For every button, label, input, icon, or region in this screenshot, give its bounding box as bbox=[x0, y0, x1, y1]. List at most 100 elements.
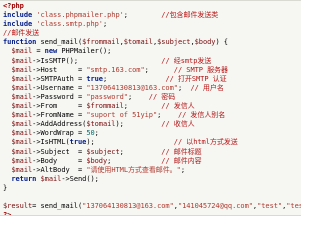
code-token-str: "137064130813@163.com" bbox=[86, 83, 178, 92]
code-token-var: $mail bbox=[11, 92, 33, 101]
code-editor[interactable]: <?php include 'class.phpmailer.php'; //包含… bbox=[0, 0, 301, 216]
code-line: include 'class.smtp.php'; bbox=[3, 20, 301, 29]
code-token-op: ; bbox=[119, 147, 162, 156]
code-token-cmt: // 收信人 bbox=[161, 120, 195, 129]
code-token-op: ); bbox=[86, 138, 174, 147]
code-token-op: ; bbox=[177, 83, 191, 92]
code-token-op: ; bbox=[94, 129, 99, 138]
code-line: $mail->From = $frommail; // 发信人 bbox=[3, 102, 301, 111]
code-line: $mail->Body = $body; // 邮件内容 bbox=[3, 157, 301, 166]
code-token-var: $mail bbox=[11, 129, 33, 138]
code-token-var: $mail bbox=[40, 174, 62, 183]
code-line: include 'class.phpmailer.php'; //包含邮件发送类 bbox=[3, 11, 301, 20]
code-token-var: $mail bbox=[11, 47, 33, 56]
code-token-op: ->Username = bbox=[32, 83, 87, 92]
code-token-cmt: // 打开SMTP 认证 bbox=[165, 74, 227, 83]
code-line: //邮件发送 bbox=[3, 29, 301, 38]
code-line: $mail->IsSMTP(); // 经smtp发送 bbox=[3, 57, 301, 66]
code-token-str: 'class.smtp.php' bbox=[36, 20, 103, 29]
code-token-var: $frommail bbox=[86, 102, 124, 111]
code-token-op: ->Host = bbox=[32, 65, 87, 74]
code-token-op: ->FromName = bbox=[32, 111, 87, 120]
code-token-op: ->WordWrap = bbox=[32, 129, 87, 138]
code-line: $mail->Password = "password"; // 密码 bbox=[3, 93, 301, 102]
code-line: $mail->FromName = "suport of 51yip"; // … bbox=[3, 111, 301, 120]
code-line: <?php bbox=[3, 2, 301, 11]
code-token-op: ->Send(); bbox=[61, 174, 99, 183]
code-token-var: $body bbox=[86, 156, 108, 165]
code-token-str: "请使用HTML方式查看邮件。" bbox=[86, 165, 181, 174]
code-token-cmt: // 邮件内容 bbox=[161, 156, 202, 165]
code-token-kw: function bbox=[3, 38, 41, 47]
code-token-var: $mail bbox=[11, 165, 33, 174]
code-token-op: ->IsSMTP(); bbox=[32, 56, 162, 65]
code-token-var: $tomail bbox=[123, 38, 153, 47]
code-token-fn: PHPMailer(); bbox=[61, 47, 112, 56]
code-token-var: $subject bbox=[157, 38, 191, 47]
code-line: $mail = new PHPMailer(); bbox=[3, 47, 301, 56]
code-token-op: } bbox=[3, 183, 8, 192]
code-token-kw: true bbox=[69, 138, 87, 147]
code-token-op: ->SMTPAuth = bbox=[32, 74, 87, 83]
code-token-op: ; bbox=[107, 156, 162, 165]
code-token-cmt: // 邮件标题 bbox=[161, 147, 202, 156]
code-token-cmt: // 密码 bbox=[148, 92, 176, 101]
code-token-op: ->Body = bbox=[32, 156, 87, 165]
code-token-op: ->Subject = bbox=[32, 147, 87, 156]
code-token-op: ) { bbox=[215, 38, 228, 47]
code-line: $mail->SMTPAuth = true; // 打开SMTP 认证 bbox=[3, 75, 301, 84]
code-token-op: ; bbox=[123, 11, 162, 20]
code-token-var: $mail bbox=[11, 102, 33, 111]
code-token-kw: include bbox=[3, 11, 37, 20]
code-token-op: ->AddAddress( bbox=[32, 120, 87, 129]
code-token-op: ; bbox=[123, 102, 162, 111]
code-line: ?> bbox=[3, 211, 301, 216]
code-token-op: ->IsHTML( bbox=[32, 138, 70, 147]
code-token-cmt: //包含邮件发送类 bbox=[161, 11, 219, 20]
code-token-op: ; bbox=[102, 20, 108, 29]
code-token-cmt: // 经smtp发送 bbox=[161, 56, 212, 65]
code-token-op: ; bbox=[180, 165, 185, 174]
code-line: $mail->AltBody = "请使用HTML方式查看邮件。"; bbox=[3, 166, 301, 175]
code-token-cmt: // 发信人 bbox=[161, 102, 195, 111]
code-line: return $mail->Send(); bbox=[3, 175, 301, 184]
code-token-str: "suport of 51yip" bbox=[86, 111, 158, 120]
code-token-op: ; bbox=[157, 111, 178, 120]
code-block: <?php include 'class.phpmailer.php'; //包含… bbox=[3, 2, 301, 216]
code-token-var: $mail bbox=[11, 120, 33, 129]
code-token-tag: <?php bbox=[3, 2, 24, 10]
code-token-var: $result bbox=[3, 202, 33, 211]
code-token-var: $mail bbox=[11, 74, 33, 83]
code-token-op: ; bbox=[144, 65, 174, 74]
code-token-op: ; bbox=[127, 92, 149, 101]
code-token-cmt: // 用户名 bbox=[190, 83, 224, 92]
code-token-var: $subject bbox=[86, 147, 120, 156]
code-token-str: "smtp.163.com" bbox=[86, 65, 145, 74]
code-token-var: $mail bbox=[11, 156, 33, 165]
code-token-str: "test" bbox=[286, 202, 301, 211]
code-token-tag: ?> bbox=[3, 211, 12, 216]
code-token-fn: send_mail( bbox=[40, 38, 83, 47]
code-token-kw: true bbox=[86, 74, 103, 83]
code-token-var: $mail bbox=[11, 65, 33, 74]
code-line: $mail->Subject = $subject; // 邮件标题 bbox=[3, 148, 301, 157]
code-token-cmt: // 发信人别名 bbox=[177, 111, 226, 120]
code-token-var: $frommail bbox=[82, 38, 120, 47]
code-token-var: $body bbox=[194, 38, 216, 47]
code-token-str: "141045724@qq.com" bbox=[177, 202, 253, 211]
code-token-op: ->From = bbox=[32, 102, 87, 111]
code-token-op: = send_mail( bbox=[32, 202, 83, 211]
code-token-op: ->Password = bbox=[32, 92, 87, 101]
code-line: $mail->AddAddress($tomail); // 收信人 bbox=[3, 120, 301, 129]
code-token-kw: new bbox=[44, 47, 62, 56]
code-token-cmt: // 以html方式发送 bbox=[173, 138, 238, 147]
code-token-kw: include bbox=[3, 20, 37, 29]
code-token-kw: return bbox=[11, 174, 41, 183]
code-line: $mail->Username = "137064130813@163.com"… bbox=[3, 84, 301, 93]
code-token-cmt: //邮件发送 bbox=[3, 29, 40, 38]
code-token-op: ->AltBody = bbox=[32, 165, 87, 174]
code-token-var: $mail bbox=[11, 147, 33, 156]
code-line: $result= send_mail("137064130813@163.com… bbox=[3, 202, 301, 211]
code-line: function send_mail($frommail,$tomail,$su… bbox=[3, 38, 301, 47]
